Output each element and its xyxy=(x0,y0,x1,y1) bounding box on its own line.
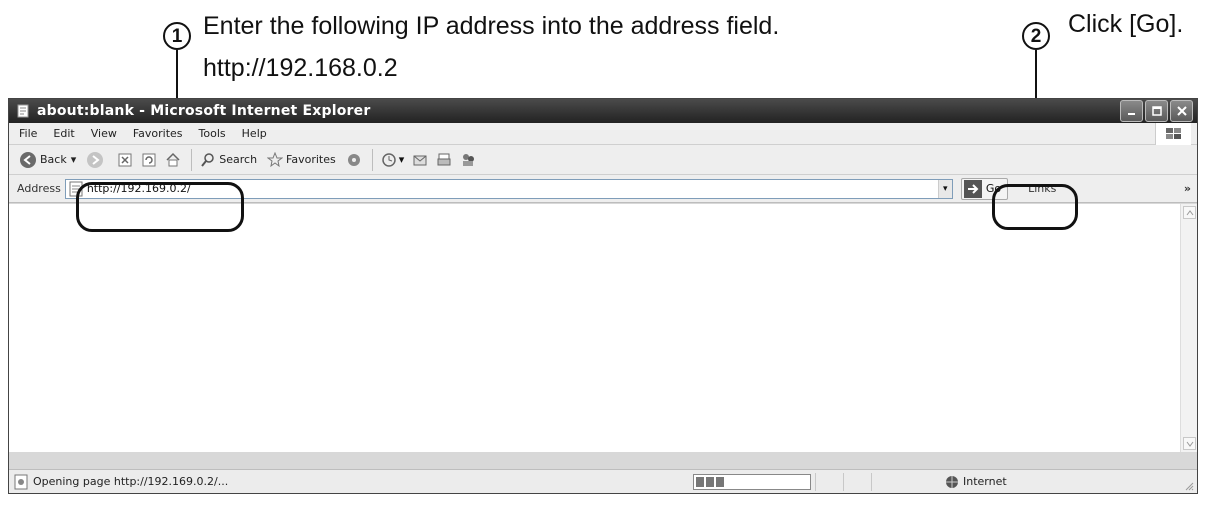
menu-edit[interactable]: Edit xyxy=(53,127,74,140)
progress-block xyxy=(706,476,714,487)
search-icon xyxy=(201,152,214,167)
chevron-down-icon: ▾ xyxy=(943,183,948,194)
maximize-button[interactable] xyxy=(1145,100,1168,122)
minimize-icon xyxy=(1127,113,1135,115)
go-arrow-icon xyxy=(963,179,982,198)
scroll-down-button[interactable] xyxy=(1183,437,1196,450)
step-2-number: 2 xyxy=(1022,22,1050,50)
back-dropdown-icon[interactable]: ▾ xyxy=(71,153,77,166)
security-zone: Internet xyxy=(945,475,1007,489)
toolbar-separator xyxy=(371,148,373,171)
ie-page-icon xyxy=(15,103,31,119)
vertical-scrollbar[interactable] xyxy=(1180,204,1197,452)
links-more-icon[interactable]: » xyxy=(1184,182,1191,195)
menu-tools[interactable]: Tools xyxy=(199,127,226,140)
history-icon[interactable] xyxy=(381,152,397,168)
resize-grip-icon[interactable] xyxy=(1184,481,1194,491)
forward-button[interactable] xyxy=(86,151,107,169)
back-label: Back xyxy=(40,153,67,166)
stop-icon[interactable] xyxy=(117,152,133,168)
status-bar: Opening page http://192.169.0.2/... Inte… xyxy=(9,469,1197,493)
step-1-instruction: Enter the following IP address into the … xyxy=(203,12,780,40)
refresh-icon[interactable] xyxy=(141,152,157,168)
status-text: Opening page http://192.169.0.2/... xyxy=(33,475,229,488)
step-2-instruction: Click [Go]. xyxy=(1068,10,1184,38)
browser-window: about:blank - Microsoft Internet Explore… xyxy=(8,98,1198,494)
standard-toolbar: Back ▾ Search Favorites ▾ xyxy=(9,145,1197,175)
close-icon xyxy=(1176,106,1187,116)
page-content-area[interactable] xyxy=(9,204,1197,452)
status-panel xyxy=(843,472,867,491)
print-icon[interactable] xyxy=(436,152,452,168)
scroll-down-icon xyxy=(1186,441,1193,447)
maximize-icon xyxy=(1151,106,1162,116)
menu-bar: File Edit View Favorites Tools Help xyxy=(9,123,1197,145)
close-button[interactable] xyxy=(1170,100,1193,122)
status-panel xyxy=(815,472,839,491)
search-button[interactable]: Search xyxy=(200,152,257,168)
forward-arrow-icon xyxy=(87,151,104,168)
windows-logo-icon xyxy=(1155,123,1191,145)
address-highlight-oval xyxy=(76,182,244,232)
menu-help[interactable]: Help xyxy=(242,127,267,140)
back-button[interactable]: Back ▾ xyxy=(19,151,76,169)
menu-favorites[interactable]: Favorites xyxy=(133,127,183,140)
scroll-up-button[interactable] xyxy=(1183,206,1196,219)
favorites-label: Favorites xyxy=(286,153,336,166)
globe-icon xyxy=(946,475,958,488)
address-dropdown-button[interactable]: ▾ xyxy=(937,179,952,198)
minimize-button[interactable] xyxy=(1120,100,1143,122)
step-1-ip-address: http://192.168.0.2 xyxy=(203,54,398,82)
history-dropdown-icon[interactable]: ▾ xyxy=(399,153,405,166)
scroll-up-icon xyxy=(1186,209,1193,215)
go-highlight-oval xyxy=(992,184,1078,230)
status-panel xyxy=(871,472,895,491)
favorites-button[interactable]: Favorites xyxy=(267,151,336,168)
mail-icon[interactable] xyxy=(412,152,428,168)
zone-label: Internet xyxy=(963,475,1007,488)
menu-view[interactable]: View xyxy=(91,127,117,140)
progress-block xyxy=(716,476,724,487)
menu-file[interactable]: File xyxy=(19,127,37,140)
progress-bar xyxy=(693,473,811,490)
home-icon[interactable] xyxy=(165,152,181,168)
title-bar: about:blank - Microsoft Internet Explore… xyxy=(9,99,1197,123)
progress-block xyxy=(696,476,704,487)
back-arrow-icon xyxy=(20,151,36,168)
step-1-number: 1 xyxy=(163,22,191,50)
search-label: Search xyxy=(219,153,258,166)
toolbar-separator xyxy=(191,148,193,171)
messenger-icon[interactable] xyxy=(460,152,476,168)
media-icon[interactable] xyxy=(346,152,362,168)
page-loading-icon xyxy=(14,474,28,489)
window-title: about:blank - Microsoft Internet Explore… xyxy=(37,103,371,119)
star-icon xyxy=(267,151,284,167)
address-label: Address xyxy=(17,182,61,195)
